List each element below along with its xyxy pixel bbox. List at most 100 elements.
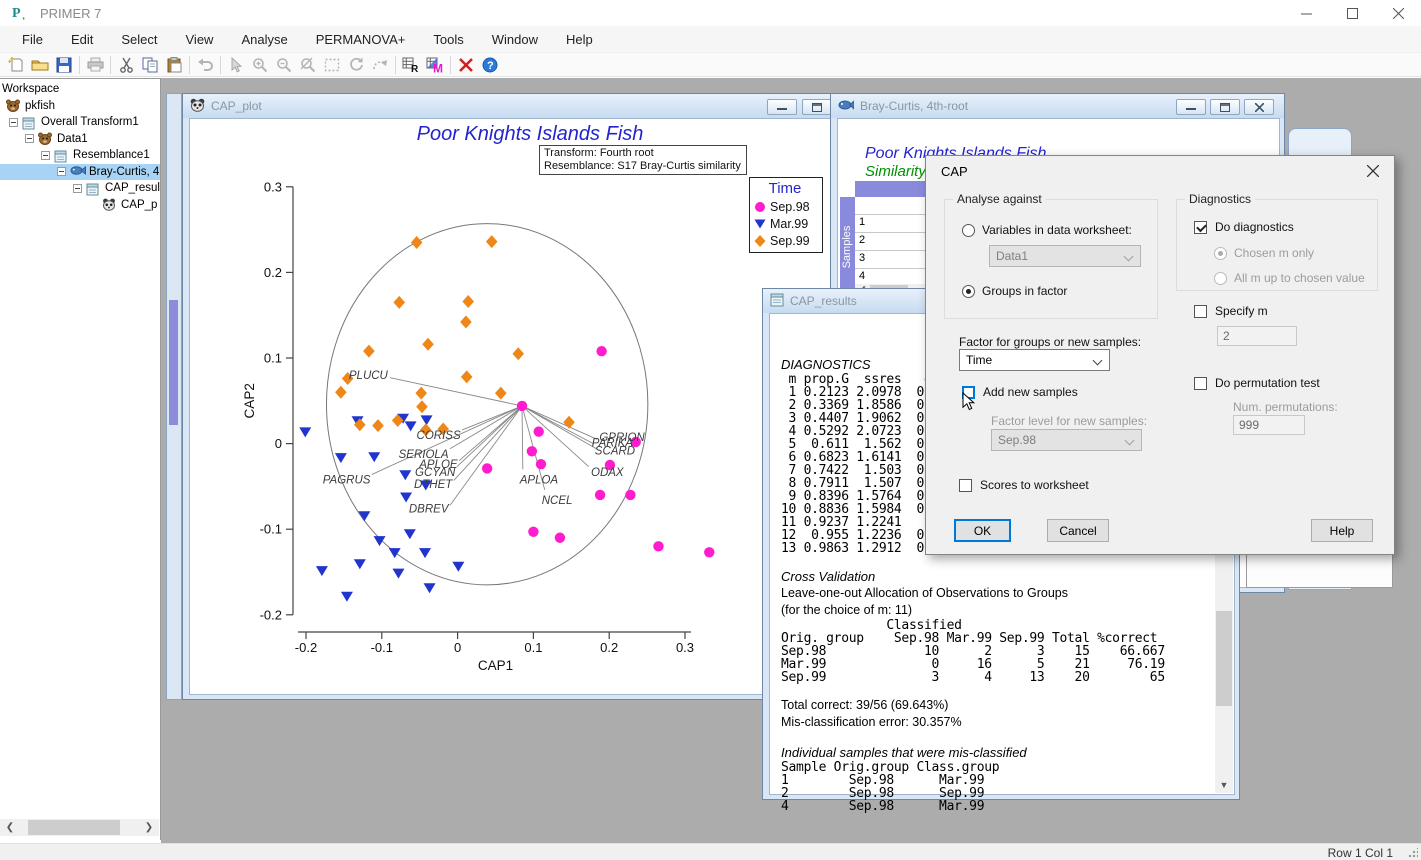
- do-permutation-label: Do permutation test: [1215, 376, 1320, 390]
- checkbox-checked-icon[interactable]: [1194, 221, 1207, 234]
- menu-item-analyse[interactable]: Analyse: [227, 28, 301, 51]
- collapse-icon[interactable]: [57, 167, 66, 176]
- diagnostics-legend: Diagnostics: [1185, 192, 1255, 206]
- cap-plot-titlebar[interactable]: CAP_plot: [183, 94, 839, 118]
- svg-text:NCEL: NCEL: [542, 495, 573, 507]
- tree-item-pkfish[interactable]: pkfish: [0, 98, 160, 114]
- svg-text:P: P: [12, 6, 21, 20]
- print-icon: [83, 54, 107, 76]
- tree-item-cap_p[interactable]: CAP_p: [0, 197, 160, 213]
- data-icon: [6, 99, 21, 112]
- collapse-icon[interactable]: [41, 151, 50, 160]
- do-diagnostics-checkbox[interactable]: Do diagnostics: [1194, 220, 1294, 234]
- variables-radio[interactable]: Variables in data worksheet:: [962, 223, 1132, 237]
- bc-minimize-icon[interactable]: [1176, 99, 1206, 115]
- close-button[interactable]: [1375, 0, 1421, 26]
- tree-item-cap_resul[interactable]: CAP_resul: [0, 180, 160, 196]
- note-icon: [54, 149, 69, 162]
- ok-button[interactable]: OK: [954, 519, 1011, 542]
- svg-text:0: 0: [275, 436, 282, 451]
- results-scroll-thumb[interactable]: [1216, 611, 1232, 706]
- scores-label: Scores to worksheet: [980, 478, 1089, 492]
- svg-text:-0.2: -0.2: [295, 640, 317, 655]
- help-button[interactable]: Help: [1311, 519, 1373, 542]
- save-icon[interactable]: [52, 54, 76, 76]
- factor-combo[interactable]: Time: [959, 349, 1110, 371]
- menu-item-tools[interactable]: Tools: [419, 28, 477, 51]
- bray-curtis-titlebar[interactable]: Bray-Curtis, 4th-root: [831, 94, 1284, 118]
- results-line: [781, 684, 1211, 697]
- scores-checkbox[interactable]: Scores to worksheet: [959, 478, 1089, 492]
- groups-radio-label: Groups in factor: [982, 284, 1067, 298]
- plot-minimize-icon[interactable]: [767, 99, 797, 115]
- collapse-icon[interactable]: [25, 134, 34, 143]
- matrix-display-icon[interactable]: M: [423, 54, 447, 76]
- svg-text:CAP1: CAP1: [478, 658, 513, 673]
- cap-plot-canvas[interactable]: 0.30.20.10-0.1-0.2-0.2-0.100.10.20.3CAP1…: [189, 118, 835, 695]
- menu-item-edit[interactable]: Edit: [57, 28, 107, 51]
- tree-item-resemblance1[interactable]: Resemblance1: [0, 147, 160, 163]
- cancel-button[interactable]: Cancel: [1047, 519, 1109, 542]
- tree-item-workspace[interactable]: Workspace: [0, 81, 160, 97]
- add-new-samples-checkbox[interactable]: Add new samples: [962, 385, 1078, 399]
- scroll-left-icon[interactable]: ❮: [2, 820, 18, 835]
- resize-grip[interactable]: [1408, 848, 1418, 858]
- tree-item-overall-transform1[interactable]: Overall Transform1: [0, 114, 160, 130]
- tree-item-bray-curtis-4[interactable]: Bray-Curtis, 4: [0, 164, 160, 180]
- rotate-axes-icon: [368, 54, 392, 76]
- annotation-line: Resemblance: S17 Bray-Curtis similarity: [544, 160, 742, 173]
- checkbox-icon[interactable]: [1194, 377, 1207, 390]
- scroll-down-icon[interactable]: ▼: [1215, 776, 1233, 793]
- radio-icon[interactable]: [962, 224, 975, 237]
- new-file-icon[interactable]: [4, 54, 28, 76]
- bc-close-icon[interactable]: [1244, 99, 1274, 115]
- copy-icon[interactable]: [138, 54, 162, 76]
- radio-selected-icon[interactable]: [962, 285, 975, 298]
- paste-icon[interactable]: [162, 54, 186, 76]
- menu-item-select[interactable]: Select: [107, 28, 171, 51]
- svg-text:CAP2: CAP2: [242, 383, 257, 418]
- results-line: Mis-classification error: 30.357%: [781, 714, 1211, 731]
- data-icon: [38, 132, 53, 145]
- circle-marker-icon: [754, 201, 766, 213]
- groups-radio[interactable]: Groups in factor: [962, 284, 1067, 298]
- bc-maximize-icon[interactable]: [1210, 99, 1240, 115]
- menu-item-help[interactable]: Help: [552, 28, 607, 51]
- svg-text:DTHET: DTHET: [414, 479, 453, 491]
- checkbox-icon[interactable]: [1194, 305, 1207, 318]
- rank-matrix-icon[interactable]: R: [399, 54, 423, 76]
- do-permutation-checkbox[interactable]: Do permutation test: [1194, 376, 1320, 390]
- svg-text:?: ?: [487, 60, 494, 72]
- minimize-button[interactable]: [1283, 0, 1329, 26]
- diamond-marker-icon: [754, 235, 766, 247]
- menu-item-window[interactable]: Window: [478, 28, 552, 51]
- help-icon[interactable]: ?: [478, 54, 502, 76]
- scroll-right-icon[interactable]: ❯: [141, 820, 157, 835]
- tree-item-data1[interactable]: Data1: [0, 131, 160, 147]
- collapse-icon[interactable]: [9, 118, 18, 127]
- delete-icon[interactable]: [454, 54, 478, 76]
- open-folder-icon[interactable]: [28, 54, 52, 76]
- maximize-button[interactable]: [1329, 0, 1375, 26]
- all-m-radio: All m up to chosen value: [1214, 271, 1365, 285]
- plot-maximize-icon[interactable]: [802, 99, 832, 115]
- dialog-close-icon[interactable]: [1358, 160, 1388, 182]
- menu-item-view[interactable]: View: [172, 28, 228, 51]
- tree-horizontal-scrollbar[interactable]: ❮ ❯: [0, 819, 159, 836]
- zoom-out-icon: [272, 54, 296, 76]
- factor-level-combo-value: Sep.98: [998, 433, 1036, 447]
- menu-item-permanova[interactable]: PERMANOVA+: [302, 28, 420, 51]
- tree-scroll-thumb[interactable]: [28, 820, 120, 835]
- menu-item-file[interactable]: File: [8, 28, 57, 51]
- cut-icon[interactable]: [114, 54, 138, 76]
- svg-text:0.1: 0.1: [264, 351, 282, 366]
- svg-text:SCARD: SCARD: [595, 445, 635, 457]
- specify-m-checkbox[interactable]: Specify m: [1194, 304, 1268, 318]
- collapse-icon[interactable]: [73, 184, 82, 193]
- svg-text:CORISS: CORISS: [417, 430, 461, 442]
- checkbox-icon[interactable]: [959, 479, 972, 492]
- status-row-col: Row 1 Col 1: [1328, 846, 1393, 860]
- refresh-icon: [344, 54, 368, 76]
- cap-dialog: CAP Analyse against Variables in data wo…: [925, 155, 1395, 555]
- panda-icon: [190, 98, 205, 115]
